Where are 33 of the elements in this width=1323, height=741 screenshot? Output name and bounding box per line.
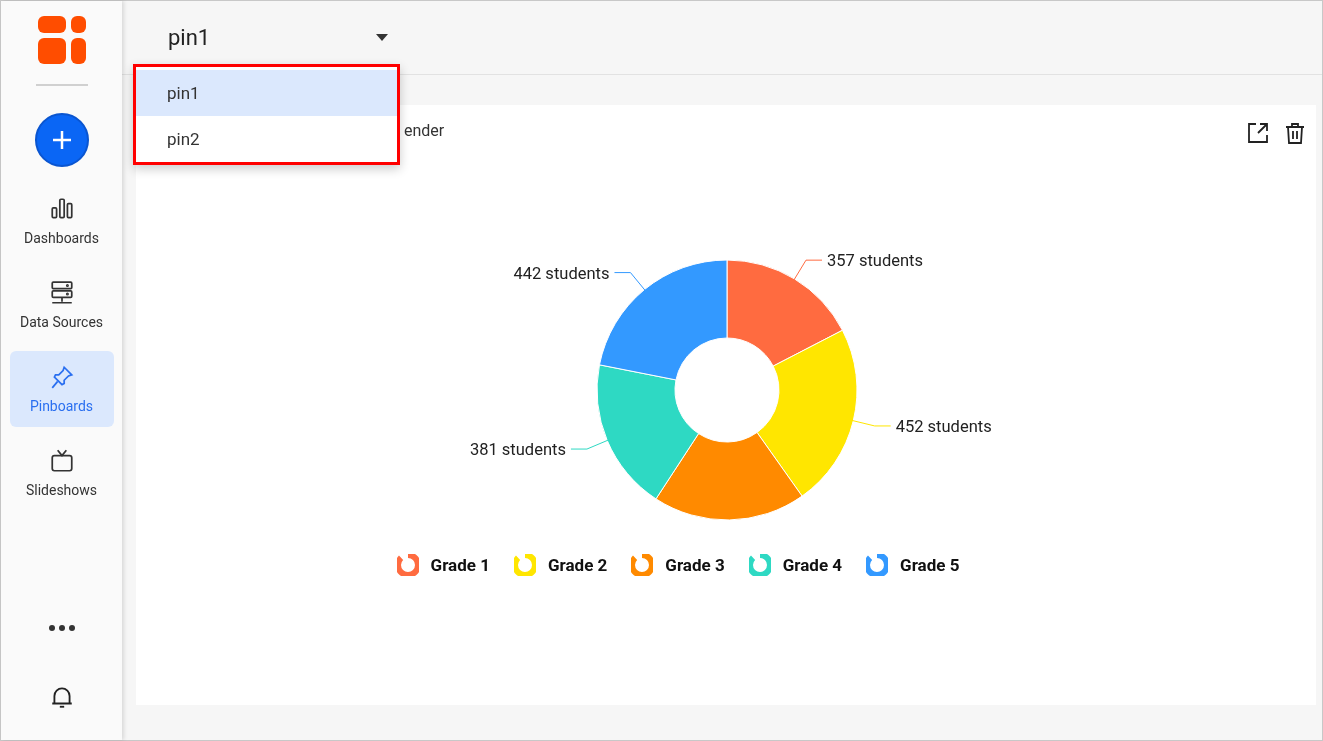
leader-line xyxy=(792,259,823,283)
sidebar-item[interactable]: Slideshows xyxy=(9,435,114,511)
data-label: 381 students xyxy=(469,440,566,460)
legend-icon xyxy=(748,554,771,576)
dropdown-option[interactable]: pin1 xyxy=(136,70,397,116)
trash-icon[interactable] xyxy=(1284,121,1306,145)
sidebar-item[interactable]: Pinboards xyxy=(9,351,114,427)
legend-icon xyxy=(866,554,889,576)
legend-label: Grade 1 xyxy=(430,555,490,575)
data-label: 357 students xyxy=(827,251,924,271)
legend-label: Grade 5 xyxy=(900,555,960,575)
card-title: ender xyxy=(404,121,445,140)
dropdown-option[interactable]: pin2 xyxy=(136,116,397,162)
caret-icon xyxy=(376,34,388,41)
external-link-icon[interactable] xyxy=(1246,121,1270,145)
data-label: 442 students xyxy=(513,263,610,283)
legend-label: Grade 4 xyxy=(782,555,843,575)
sidebar-item[interactable]: Data Sources xyxy=(9,267,114,343)
sidebar-item[interactable]: Dashboards xyxy=(9,183,114,259)
data-label: 452 students xyxy=(895,416,992,436)
legend-icon xyxy=(513,554,536,576)
tv-icon xyxy=(48,448,75,474)
server-icon xyxy=(48,280,75,306)
more-icon[interactable] xyxy=(47,624,76,632)
bar-chart-icon xyxy=(48,196,75,222)
legend-icon xyxy=(396,554,419,576)
add-button[interactable] xyxy=(34,113,89,167)
legend-label: Grade 2 xyxy=(547,555,608,575)
logo-icon xyxy=(37,16,86,64)
pinboard-select[interactable]: pin1 xyxy=(168,25,388,50)
legend-icon xyxy=(631,554,654,576)
legend-label: Grade 3 xyxy=(665,555,725,575)
plus-icon xyxy=(50,129,73,151)
